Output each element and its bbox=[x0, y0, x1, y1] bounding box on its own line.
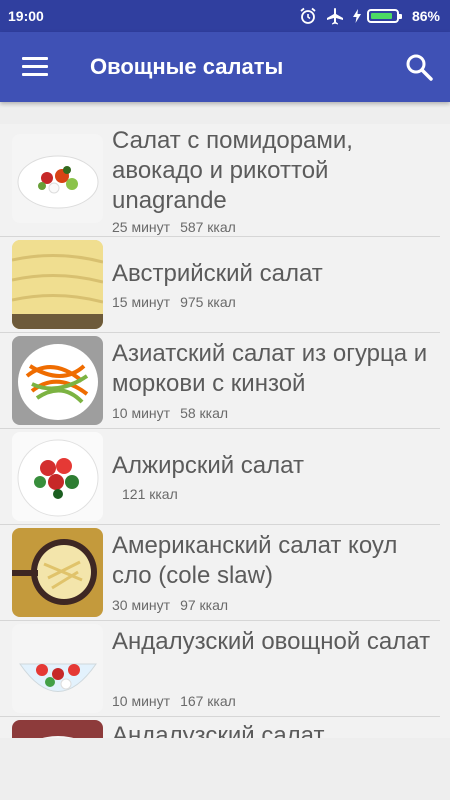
recipe-time: 25 минут bbox=[112, 219, 171, 235]
recipe-kcal: 167 ккал bbox=[180, 693, 236, 709]
search-icon[interactable] bbox=[404, 52, 434, 82]
app-bar: Овощные салаты bbox=[0, 32, 450, 102]
recipe-meta: 10 минут 167 ккал bbox=[112, 693, 236, 709]
status-bar: 19:00 86% bbox=[0, 0, 450, 32]
recipe-kcal: 587 ккал bbox=[180, 219, 236, 235]
recipe-meta: 121 ккал bbox=[112, 486, 178, 502]
recipe-item[interactable]: Андалузский овощной салат 10 минут 167 кк… bbox=[0, 621, 440, 717]
airplane-icon bbox=[326, 8, 343, 25]
recipe-meta: 10 минут 58 ккал bbox=[112, 405, 228, 421]
recipe-image bbox=[12, 240, 103, 329]
recipe-item[interactable]: Азиатский салат из огурца и моркови с ки… bbox=[0, 333, 440, 429]
recipe-kcal: 97 ккал bbox=[180, 597, 229, 613]
recipe-time: 10 минут bbox=[112, 693, 171, 709]
recipe-meta: 30 минут 97 ккал bbox=[112, 597, 228, 613]
battery-percent: 86% bbox=[411, 8, 440, 24]
recipe-meta: 25 минут 587 ккал bbox=[112, 219, 236, 235]
status-time: 19:00 bbox=[8, 8, 44, 24]
recipe-time: 10 минут bbox=[112, 405, 171, 421]
recipe-image bbox=[12, 720, 103, 738]
recipe-time: 15 минут bbox=[112, 294, 171, 310]
bottom-area bbox=[0, 738, 450, 800]
status-icons: 86% bbox=[299, 7, 440, 25]
recipe-title: Алжирский салат bbox=[112, 452, 304, 479]
recipe-meta: 15 минут 975 ккал bbox=[112, 294, 236, 310]
recipe-item[interactable]: Американский салат коул сло (cole slaw) … bbox=[0, 525, 440, 621]
menu-icon[interactable] bbox=[22, 52, 50, 80]
recipe-title: Американский салат коул сло (cole slaw) bbox=[112, 532, 398, 589]
recipe-list[interactable]: Салат с помидорами, авокадо и рикоттой u… bbox=[0, 124, 450, 738]
recipe-item[interactable]: Алжирский салат 121 ккал bbox=[0, 429, 440, 525]
recipe-item[interactable]: Салат с помидорами, авокадо и рикоттой u… bbox=[0, 124, 440, 237]
alarm-icon bbox=[300, 7, 316, 24]
recipe-time: 30 минут bbox=[112, 597, 171, 613]
recipe-image bbox=[12, 336, 103, 425]
recipe-kcal: 975 ккал bbox=[180, 294, 236, 310]
recipe-image bbox=[12, 624, 103, 713]
charging-icon bbox=[352, 9, 361, 23]
recipe-item[interactable]: Андалузский салат bbox=[0, 717, 440, 738]
recipe-title: Австрийский салат bbox=[112, 260, 323, 287]
recipe-item[interactable]: Австрийский салат 15 минут 975 ккал bbox=[0, 237, 440, 333]
recipe-image bbox=[12, 432, 103, 521]
recipe-title: Салат с помидорами, авокадо и рикоттой u… bbox=[112, 127, 353, 214]
recipe-title: Азиатский салат из огурца и моркови с ки… bbox=[112, 340, 428, 397]
recipe-title: Андалузский овощной салат bbox=[112, 628, 431, 655]
recipe-kcal: 121 ккал bbox=[122, 486, 178, 502]
recipe-kcal: 58 ккал bbox=[180, 405, 229, 421]
recipe-image bbox=[12, 134, 103, 223]
recipe-image bbox=[12, 528, 103, 617]
page-title: Овощные салаты bbox=[90, 54, 284, 79]
battery-icon bbox=[366, 9, 402, 23]
recipe-title: Андалузский салат bbox=[112, 722, 325, 738]
battery-level bbox=[370, 13, 392, 19]
